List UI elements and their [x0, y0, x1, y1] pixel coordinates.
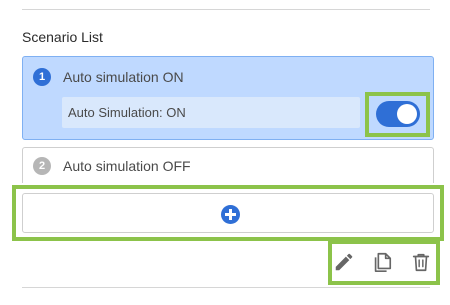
scenario-index-badge: 1	[33, 68, 51, 86]
scenario-title: Auto simulation OFF	[63, 158, 191, 174]
add-scenario-button[interactable]	[22, 193, 434, 233]
scenario-item-2[interactable]: 2 Auto simulation OFF	[22, 147, 434, 183]
trash-icon[interactable]	[410, 251, 432, 273]
bottom-divider	[22, 287, 430, 288]
top-divider	[22, 9, 430, 10]
auto-simulation-row: Auto Simulation: ON	[62, 97, 360, 128]
toggle-knob	[397, 104, 417, 124]
copy-icon[interactable]	[371, 251, 393, 273]
pencil-icon[interactable]	[333, 251, 355, 273]
plus-circle-icon	[221, 205, 240, 224]
auto-simulation-label: Auto Simulation: ON	[68, 105, 186, 120]
scenario-index-badge: 2	[33, 157, 51, 175]
scenario-title: Auto simulation ON	[63, 69, 184, 85]
section-title: Scenario List	[22, 29, 103, 45]
auto-simulation-toggle[interactable]	[376, 101, 420, 127]
